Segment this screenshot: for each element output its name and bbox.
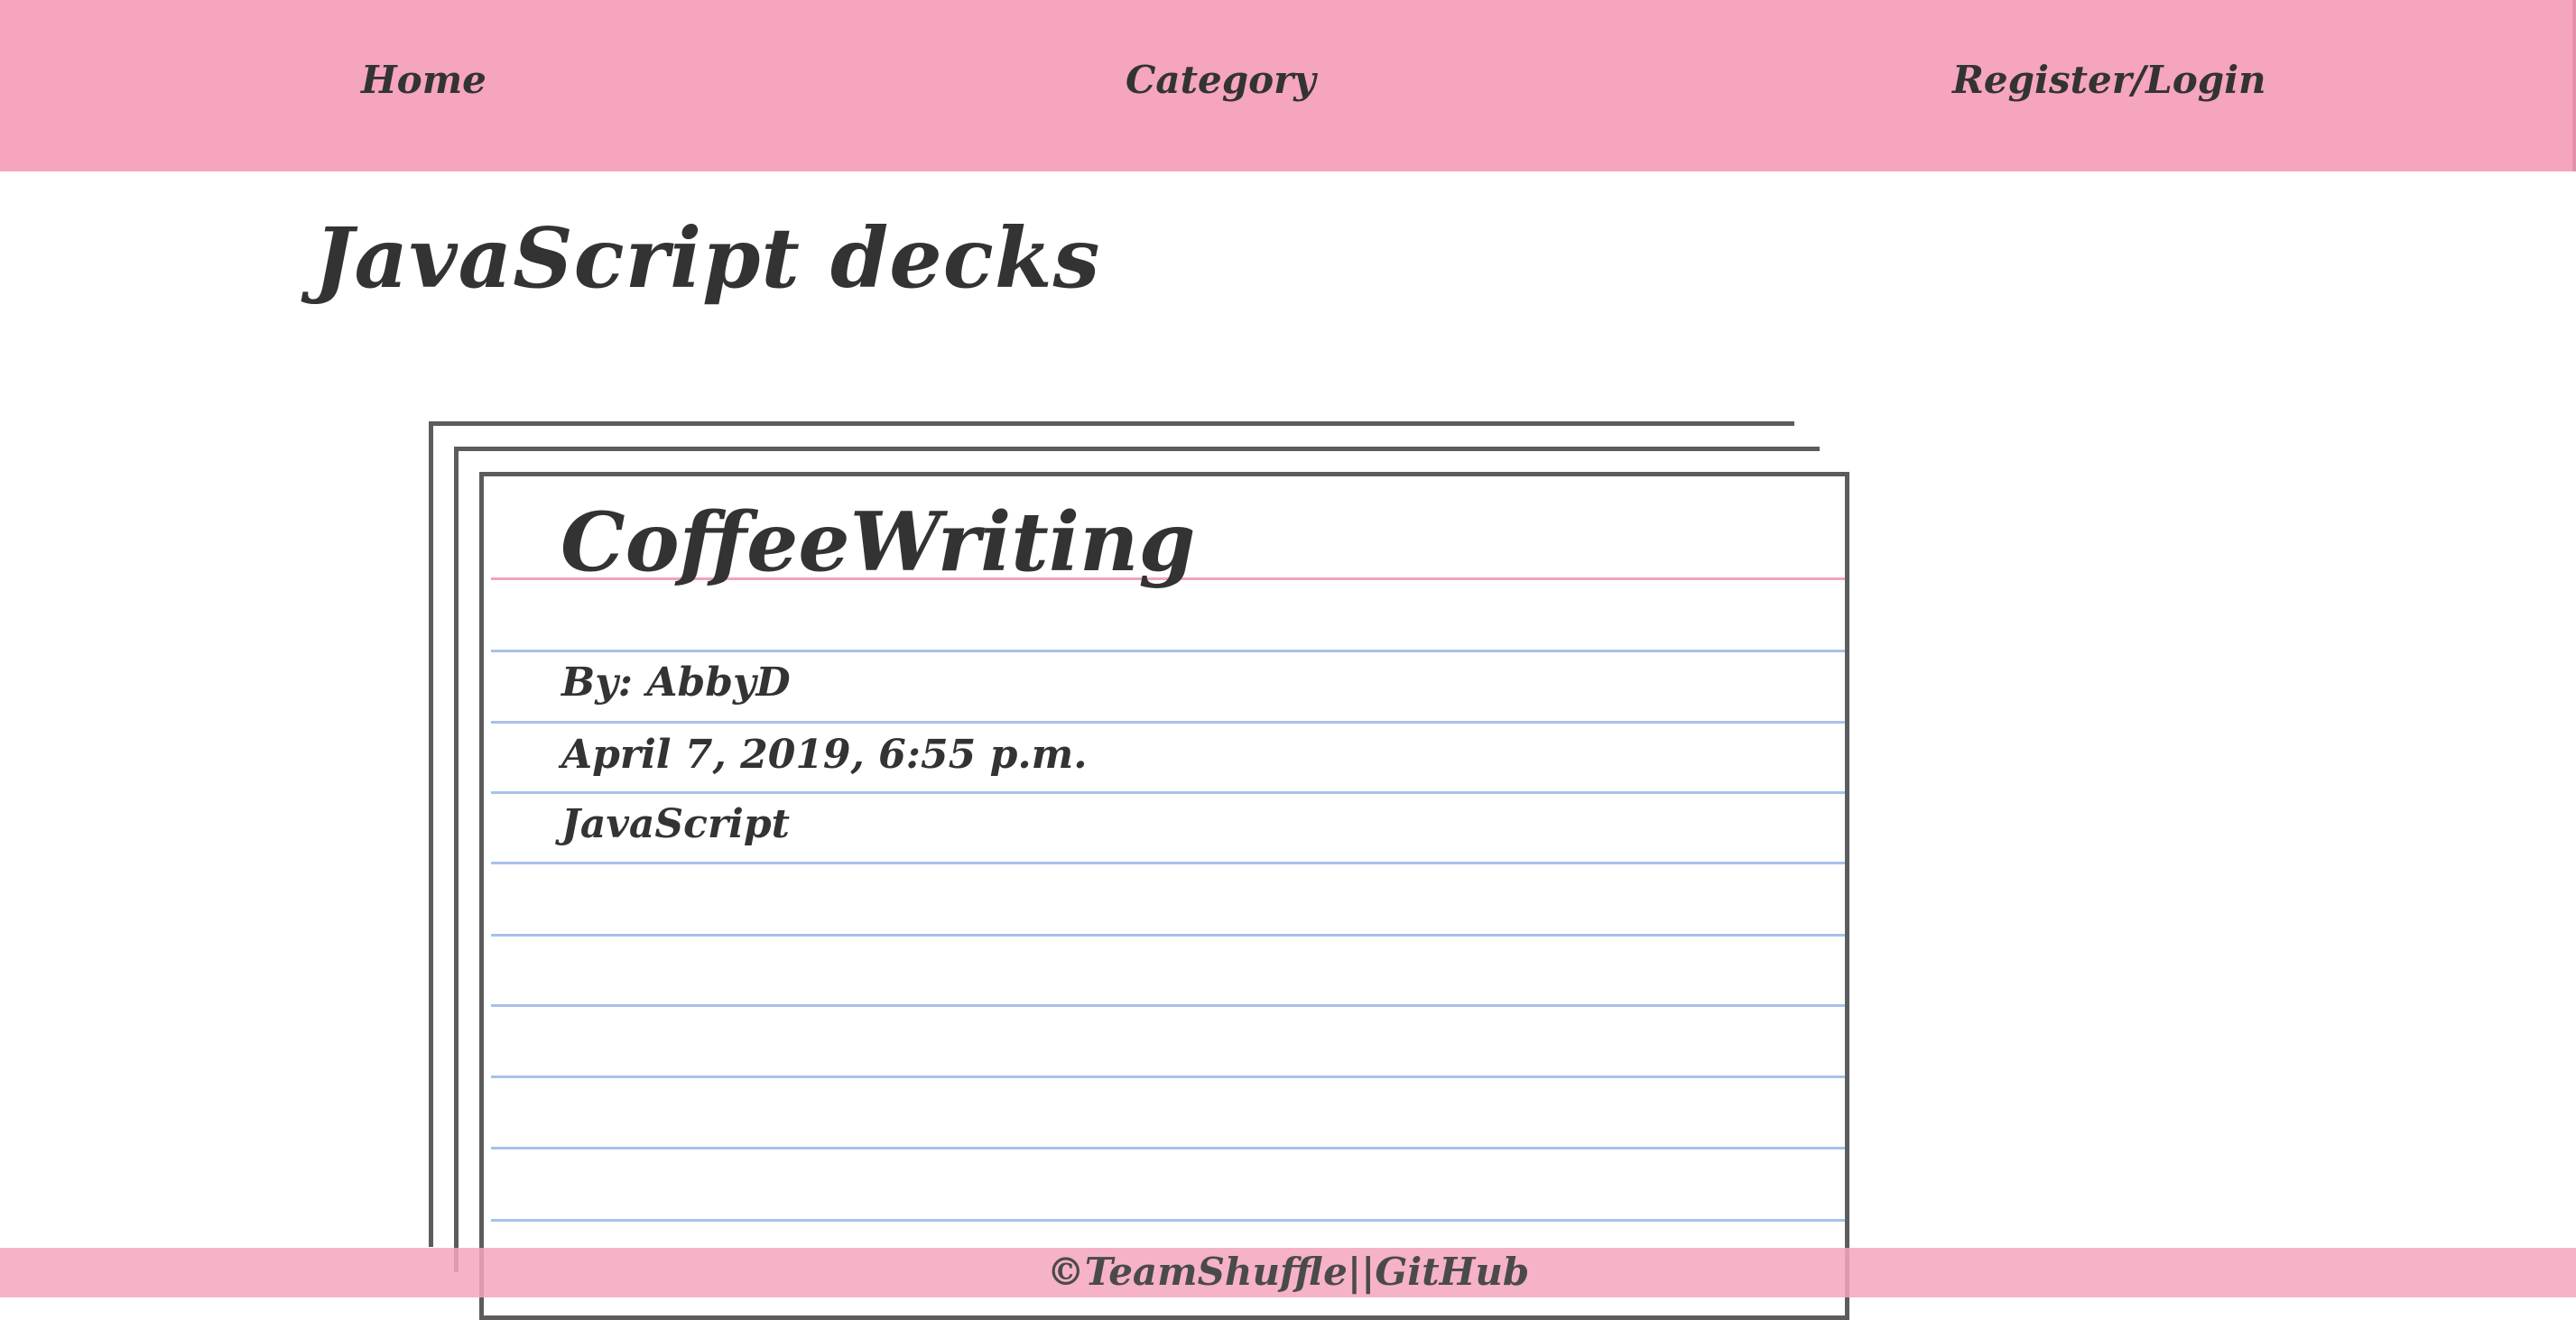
footer-github-link[interactable]: GitHub: [1375, 1250, 1529, 1294]
deck-date: April 7, 2019, 6:55 p.m.: [561, 732, 1088, 778]
nav-home-link[interactable]: Home: [361, 58, 486, 102]
footer-copyright: ©TeamShuffle: [1046, 1250, 1348, 1294]
page-title: JavaScript decks: [314, 209, 1101, 307]
nav-category-link[interactable]: Category: [1126, 58, 1316, 102]
card-ruled-line: [491, 1147, 1845, 1149]
top-navbar: Home Category Register/Login: [0, 0, 2576, 171]
card-ruled-line: [491, 934, 1845, 937]
nav-register-login-link[interactable]: Register/Login: [1952, 58, 2266, 102]
card-ruled-line: [491, 862, 1845, 864]
card-ruled-line: [491, 1075, 1845, 1078]
card-ruled-line: [491, 650, 1845, 652]
footer-text: ©TeamShuffle||GitHub: [0, 1250, 2576, 1294]
card-ruled-line: [491, 791, 1845, 794]
footer-separator: ||: [1347, 1250, 1376, 1294]
card-ruled-line: [491, 1004, 1845, 1007]
deck-category: JavaScript: [561, 801, 790, 847]
card-ruled-line: [491, 721, 1845, 724]
card-ruled-line: [491, 1219, 1845, 1222]
deck-title[interactable]: CoffeeWriting: [561, 494, 1195, 590]
footer: ©TeamShuffle||GitHub: [0, 1248, 2576, 1297]
deck-author: By: AbbyD: [561, 660, 791, 706]
deck-card[interactable]: CoffeeWriting By: AbbyD April 7, 2019, 6…: [479, 472, 1849, 1320]
